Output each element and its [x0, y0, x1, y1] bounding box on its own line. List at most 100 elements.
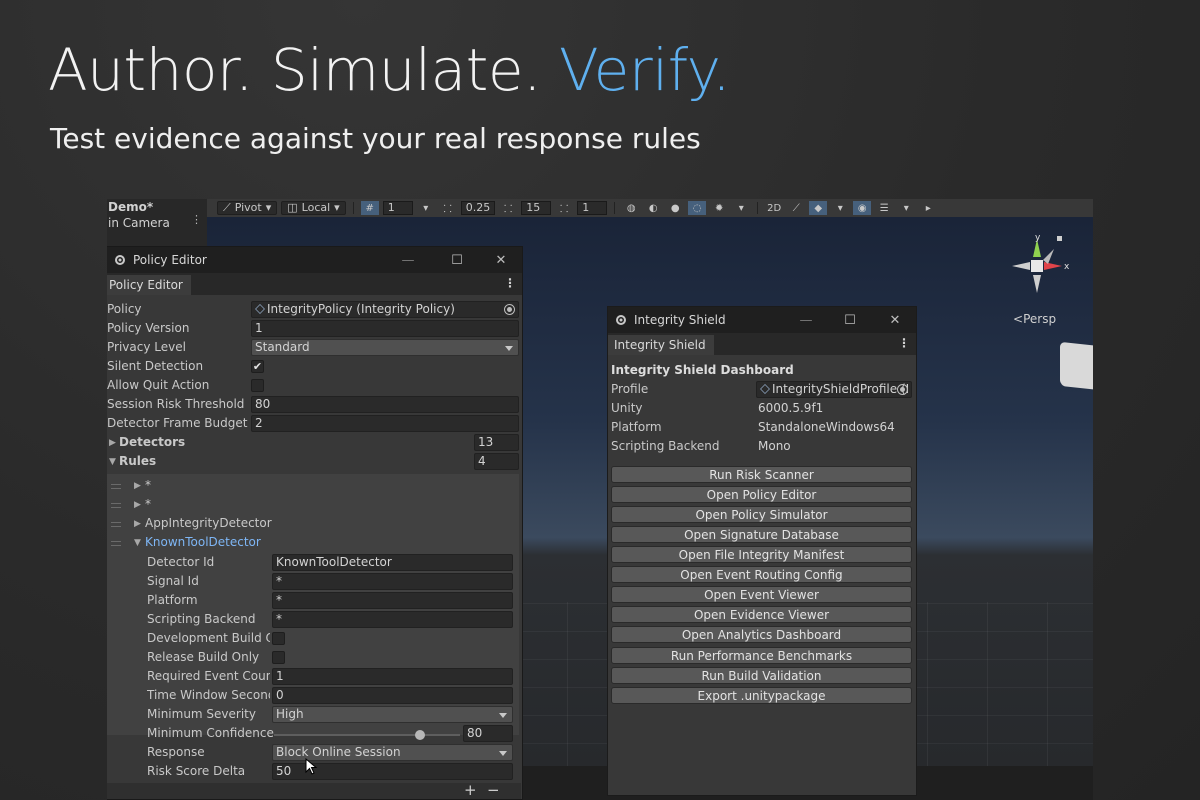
- open-policy-editor-button[interactable]: Open Policy Editor: [611, 486, 912, 503]
- open-policy-simulator-button[interactable]: Open Policy Simulator: [611, 506, 912, 523]
- chevron-right-icon[interactable]: ▶: [134, 500, 141, 510]
- open-signature-database-button[interactable]: Open Signature Database: [611, 526, 912, 543]
- signal-id-field[interactable]: *: [272, 573, 513, 590]
- x-axis-cone[interactable]: [1044, 262, 1062, 270]
- window-titlebar[interactable]: Policy Editor — ☐ ✕: [107, 247, 522, 273]
- add-rule-button[interactable]: +: [464, 781, 477, 799]
- threshold-field[interactable]: 80: [251, 396, 519, 413]
- chevron-right-icon[interactable]: ▸: [919, 201, 937, 215]
- gizmo-center[interactable]: [1031, 260, 1043, 272]
- snap-icon[interactable]: ⸬: [439, 201, 457, 215]
- run-performance-benchmarks-button[interactable]: Run Performance Benchmarks: [611, 647, 912, 664]
- minimize-icon[interactable]: —: [795, 307, 817, 333]
- dev-only-checkbox[interactable]: [272, 632, 285, 645]
- lit-icon[interactable]: ◌: [688, 201, 707, 215]
- drag-handle-icon[interactable]: [111, 503, 121, 508]
- z-axis-cone[interactable]: [1043, 249, 1054, 264]
- quit-checkbox[interactable]: [251, 379, 264, 392]
- object-picker-icon[interactable]: [897, 384, 908, 395]
- rule-item[interactable]: *: [145, 476, 151, 495]
- open-evidence-viewer-button[interactable]: Open Evidence Viewer: [611, 606, 912, 623]
- neg-x-axis-cone[interactable]: [1012, 262, 1030, 270]
- chevron-down-icon[interactable]: ▾: [831, 201, 849, 215]
- detector-id-field[interactable]: KnownToolDetector: [272, 554, 513, 571]
- close-icon[interactable]: ✕: [490, 247, 512, 273]
- sphere-icon[interactable]: ●: [666, 201, 684, 215]
- grid-icon[interactable]: #: [360, 201, 379, 215]
- profile-object-field[interactable]: IntegrityShieldProfile (I: [756, 381, 912, 398]
- silent-checkbox[interactable]: ✔: [251, 360, 264, 373]
- export-unitypackage-button[interactable]: Export .unitypackage: [611, 687, 912, 704]
- layers-icon[interactable]: ◆: [809, 201, 828, 215]
- detectors-count-field[interactable]: 13: [474, 434, 519, 451]
- grid-size-field[interactable]: 1: [382, 201, 413, 215]
- platform-field[interactable]: *: [272, 592, 513, 609]
- maximize-icon[interactable]: ☐: [446, 247, 468, 273]
- chevron-right-icon[interactable]: ▶: [109, 438, 116, 448]
- globe-icon[interactable]: ◍: [622, 201, 640, 215]
- rules-count-field[interactable]: 4: [474, 453, 519, 470]
- budget-field[interactable]: 2: [251, 415, 519, 432]
- confidence-slider-thumb[interactable]: [414, 730, 425, 740]
- rule-item[interactable]: AppIntegrityDetector: [145, 514, 272, 533]
- backend-field[interactable]: *: [272, 611, 513, 628]
- drag-handle-icon[interactable]: [111, 522, 121, 527]
- run-build-validation-button[interactable]: Run Build Validation: [611, 667, 912, 684]
- privacy-dropdown[interactable]: Standard: [251, 339, 519, 356]
- drag-handle-icon[interactable]: [111, 484, 121, 489]
- remove-rule-button[interactable]: −: [487, 781, 500, 799]
- scale-snap-field[interactable]: 1: [577, 201, 608, 215]
- snap-value-field[interactable]: 0.25: [460, 201, 496, 215]
- version-field[interactable]: 1: [251, 320, 519, 337]
- shading-icon[interactable]: ◐: [644, 201, 662, 215]
- release-only-checkbox[interactable]: [272, 651, 285, 664]
- event-count-field[interactable]: 1: [272, 668, 513, 685]
- open-analytics-dashboard-button[interactable]: Open Analytics Dashboard: [611, 626, 912, 643]
- open-file-integrity-manifest-button[interactable]: Open File Integrity Manifest: [611, 546, 912, 563]
- open-event-routing-config-button[interactable]: Open Event Routing Config: [611, 566, 912, 583]
- chevron-down-icon[interactable]: ▾: [732, 201, 750, 215]
- time-window-field[interactable]: 0: [272, 687, 513, 704]
- kebab-menu-icon[interactable]: ⋮: [504, 276, 516, 290]
- confidence-slider-track[interactable]: [274, 734, 460, 736]
- persp-toggle[interactable]: <Persp: [1013, 312, 1056, 326]
- gear-icon[interactable]: ✹: [710, 201, 728, 215]
- chevron-down-icon[interactable]: ▾: [417, 201, 435, 215]
- rule-item-selected[interactable]: KnownToolDetector: [145, 533, 261, 552]
- object-picker-icon[interactable]: [504, 304, 515, 315]
- minimize-icon[interactable]: —: [397, 247, 419, 273]
- chevron-right-icon[interactable]: ▶: [134, 481, 141, 491]
- close-icon[interactable]: ✕: [884, 307, 906, 333]
- tab-integrity-shield[interactable]: Integrity Shield: [608, 335, 714, 355]
- chevron-down-icon[interactable]: ▼: [109, 457, 116, 467]
- tab-policy-editor[interactable]: Policy Editor: [107, 275, 191, 295]
- scene-object[interactable]: [1060, 341, 1093, 391]
- chevron-down-icon[interactable]: ▼: [134, 538, 141, 548]
- rules-foldout[interactable]: Rules: [119, 452, 156, 471]
- local-dropdown[interactable]: ◫ Local ▾: [281, 201, 346, 215]
- eye-icon[interactable]: ◉: [853, 201, 872, 215]
- layer-stack-icon[interactable]: ☰: [875, 201, 893, 215]
- chevron-right-icon[interactable]: ▶: [134, 519, 141, 529]
- scene-gizmo[interactable]: y x: [1002, 231, 1072, 301]
- policy-object-field[interactable]: IntegrityPolicy (Integrity Policy): [251, 301, 519, 318]
- detectors-foldout[interactable]: Detectors: [119, 433, 185, 452]
- window-titlebar[interactable]: Integrity Shield — ☐ ✕: [608, 307, 916, 333]
- rotate-snap-icon[interactable]: ⸬: [499, 201, 517, 215]
- open-event-viewer-button[interactable]: Open Event Viewer: [611, 586, 912, 603]
- lock-icon[interactable]: [1057, 236, 1062, 241]
- audio-mute-icon[interactable]: ⟋: [787, 201, 805, 215]
- pivot-dropdown[interactable]: ⟋ Pivot ▾: [217, 201, 278, 215]
- severity-dropdown[interactable]: High: [272, 706, 513, 723]
- maximize-icon[interactable]: ☐: [839, 307, 861, 333]
- run-risk-scanner-button[interactable]: Run Risk Scanner: [611, 466, 912, 483]
- 2d-toggle-icon[interactable]: 2D: [765, 201, 783, 215]
- scale-snap-icon[interactable]: ⸬: [555, 201, 573, 215]
- kebab-menu-icon[interactable]: ⋮: [898, 336, 910, 350]
- neg-y-axis-cone[interactable]: [1033, 275, 1041, 293]
- rule-item[interactable]: *: [145, 495, 151, 514]
- confidence-field[interactable]: 80: [463, 725, 513, 742]
- drag-handle-icon[interactable]: [111, 541, 121, 546]
- rotate-snap-field[interactable]: 15: [521, 201, 552, 215]
- kebab-menu-icon[interactable]: ⋮: [191, 213, 202, 226]
